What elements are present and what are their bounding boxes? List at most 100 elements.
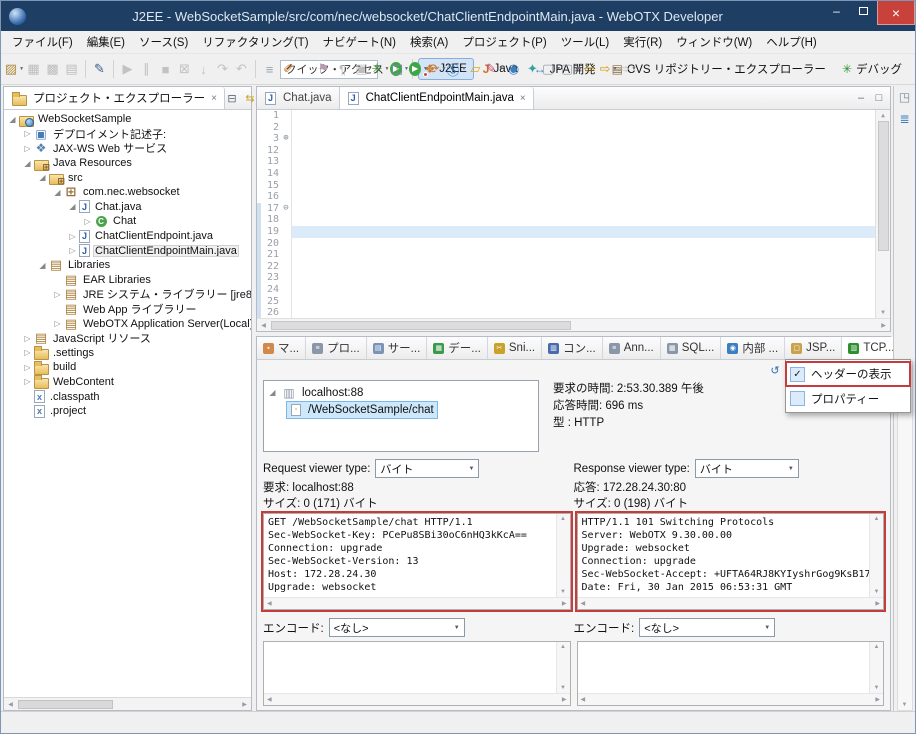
tree-expander-icon[interactable]: ▷: [22, 144, 33, 153]
tree-expander-icon[interactable]: ◢: [52, 188, 63, 197]
open-type-button[interactable]: ▢ ▼: [542, 59, 561, 79]
tree-item-settings[interactable]: ▷ .settings: [4, 346, 251, 361]
fold-marker-icon[interactable]: [281, 168, 292, 180]
tree-item-javascript-resources[interactable]: ▷ JavaScript リソース: [4, 331, 251, 346]
hscrollbar[interactable]: ◀▶: [264, 597, 570, 609]
menu-item[interactable]: ツール(L): [554, 31, 617, 53]
vscrollbar[interactable]: ▲▼: [556, 514, 570, 597]
tree-item-project-file[interactable]: .project: [4, 404, 251, 419]
maximize-button[interactable]: [850, 1, 877, 20]
close-tab-icon[interactable]: ×: [520, 93, 526, 104]
menu-item-show-headers[interactable]: ✓ ヘッダーの表示: [786, 362, 910, 386]
bottom-tab-jsp[interactable]: ▢ JSP...: [785, 337, 842, 359]
next-annotation-button[interactable]: ⇨ ▼: [618, 59, 637, 79]
new-wizard-button[interactable]: ▨ ▼: [5, 59, 24, 79]
tree-item-build[interactable]: ▷ build: [4, 360, 251, 375]
fold-marker-icon[interactable]: [281, 226, 292, 238]
print-button[interactable]: ▤: [62, 59, 81, 79]
outline-view-icon[interactable]: ≣: [899, 112, 909, 126]
tree-expander-icon[interactable]: ▷: [22, 129, 33, 138]
save-button[interactable]: ▦: [24, 59, 43, 79]
menu-item[interactable]: 実行(R): [616, 31, 669, 53]
tree-expander-icon[interactable]: ▷: [67, 246, 78, 255]
vscrollbar[interactable]: ▲▼: [556, 642, 570, 693]
tree-item-classpath[interactable]: .classpath: [4, 389, 251, 404]
scrollbar-thumb[interactable]: [271, 321, 571, 330]
close-button[interactable]: ×: [877, 1, 915, 25]
tree-item-web-app-library[interactable]: Web App ライブラリー: [4, 302, 251, 317]
editor-tab-chat-java[interactable]: Chat.java: [257, 87, 340, 109]
new-visual-class-button[interactable]: ✦: [523, 59, 542, 79]
request-encode-select[interactable]: <なし>▼: [329, 618, 465, 637]
tree-item-webcontent[interactable]: ▷ WebContent: [4, 375, 251, 390]
tab-project-explorer[interactable]: プロジェクト・エクスプローラー ×: [4, 87, 225, 109]
scroll-down-icon[interactable]: ▼: [881, 309, 885, 316]
fold-marker-icon[interactable]: [281, 261, 292, 273]
run-history-button[interactable]: ▶ ▼: [409, 59, 428, 79]
editor-tab-chatclientendpointmain-java[interactable]: ChatClientEndpointMain.java ×: [340, 87, 534, 109]
response-viewer-type-select[interactable]: バイト▼: [695, 459, 799, 478]
highlighter-button[interactable]: ✎ ▼: [485, 59, 504, 79]
tree-item-websocketsample[interactable]: ◢ WebSocketSample: [4, 112, 251, 127]
fold-marker-icon[interactable]: [281, 296, 292, 308]
bottom-tab-console[interactable]: ▥ コン...: [542, 337, 603, 359]
bottom-tab-servers[interactable]: ▤ サー...: [367, 337, 428, 359]
menu-item[interactable]: ソース(S): [132, 31, 195, 53]
tree-expander-icon[interactable]: ▷: [22, 348, 33, 357]
bottom-tab-snippets[interactable]: ✂ Sni...: [488, 337, 542, 359]
scroll-left-icon[interactable]: ◀: [257, 322, 270, 329]
monitor-request-tree[interactable]: ◢ localhost:88 /WebSocketSample/chat: [263, 380, 539, 452]
request-body-text[interactable]: [264, 642, 556, 693]
vscrollbar[interactable]: ▲▼: [869, 642, 883, 693]
tree-item-jaxws-web-services[interactable]: ▷ JAX-WS Web サービス: [4, 141, 251, 156]
step-return-button[interactable]: ↶: [232, 59, 251, 79]
save-all-button[interactable]: ▩: [43, 59, 62, 79]
back-button[interactable]: ⇦: [580, 59, 599, 79]
bottom-tab-annotations[interactable]: ≡ Ann...: [603, 337, 661, 359]
tree-item-com-nec-websocket[interactable]: ◢ com.nec.websocket: [4, 185, 251, 200]
open-task-button[interactable]: ▢ ▼: [561, 59, 580, 79]
tree-item-libraries[interactable]: ◢ Libraries: [4, 258, 251, 273]
monitor-server-row[interactable]: ◢ localhost:88: [267, 384, 535, 401]
suspend-button[interactable]: ∥: [137, 59, 156, 79]
scrollbar-thumb[interactable]: [18, 700, 113, 709]
tree-expander-icon[interactable]: ◢: [7, 115, 18, 124]
terminate-button[interactable]: ■: [156, 59, 175, 79]
menu-item[interactable]: ヘルプ(H): [759, 31, 823, 53]
fold-marker-icon[interactable]: [281, 214, 292, 226]
request-headers-text[interactable]: GET /WebSocketSample/chat HTTP/1.1 Sec-W…: [264, 514, 556, 597]
fold-marker-icon[interactable]: [281, 122, 292, 134]
bottom-tab-sql-results[interactable]: ▦ SQL...: [661, 337, 722, 359]
menu-item[interactable]: 編集(E): [80, 31, 132, 53]
code-area[interactable]: 1 package com.nec.websocket; 2: [257, 110, 875, 318]
fold-marker-icon[interactable]: [281, 272, 292, 284]
step-into-button[interactable]: ↓: [194, 59, 213, 79]
request-viewer-type-select[interactable]: バイト▼: [375, 459, 479, 478]
explorer-hscrollbar[interactable]: ◀ ▶: [4, 697, 251, 710]
editor-hscrollbar[interactable]: ◀ ▶: [257, 318, 890, 331]
fold-marker-icon[interactable]: [281, 249, 292, 261]
tree-item-chat-java[interactable]: ◢ Chat.java: [4, 200, 251, 215]
fold-marker-icon[interactable]: [281, 180, 292, 192]
fold-marker-icon[interactable]: [281, 110, 292, 122]
close-view-icon[interactable]: ×: [211, 93, 217, 104]
hscrollbar[interactable]: ◀▶: [578, 597, 884, 609]
step-over-button[interactable]: ↷: [213, 59, 232, 79]
collapse-all-button[interactable]: ⊟: [225, 92, 239, 105]
tree-item-chatclientendpointmain-java[interactable]: ▷ ChatClientEndpointMain.java: [4, 243, 251, 258]
response-headers-text[interactable]: HTTP/1.1 101 Switching Protocols Server:…: [578, 514, 870, 597]
show-whitespace-button[interactable]: ¶: [333, 59, 352, 79]
fold-marker-icon[interactable]: [281, 156, 292, 168]
tree-item-src[interactable]: ◢ src: [4, 170, 251, 185]
tree-expander-icon[interactable]: ▷: [22, 363, 33, 372]
toolbar-gap[interactable]: [298, 59, 314, 79]
toolbar-separator[interactable]: [85, 60, 86, 78]
perspective-debug[interactable]: ✳ デバッグ: [835, 58, 909, 80]
tree-expander-icon[interactable]: ▷: [52, 319, 63, 328]
bottom-tab-internal-browser[interactable]: ◉ 内部 ...: [721, 337, 785, 359]
fold-marker-icon[interactable]: [281, 307, 292, 318]
restore-view-icon[interactable]: ◳: [899, 90, 910, 104]
tree-item-jre-system-library[interactable]: ▷ JRE システム・ライブラリー [jre8]: [4, 287, 251, 302]
open-resource-button[interactable]: ▱: [466, 59, 485, 79]
vscrollbar[interactable]: ▲▼: [869, 514, 883, 597]
